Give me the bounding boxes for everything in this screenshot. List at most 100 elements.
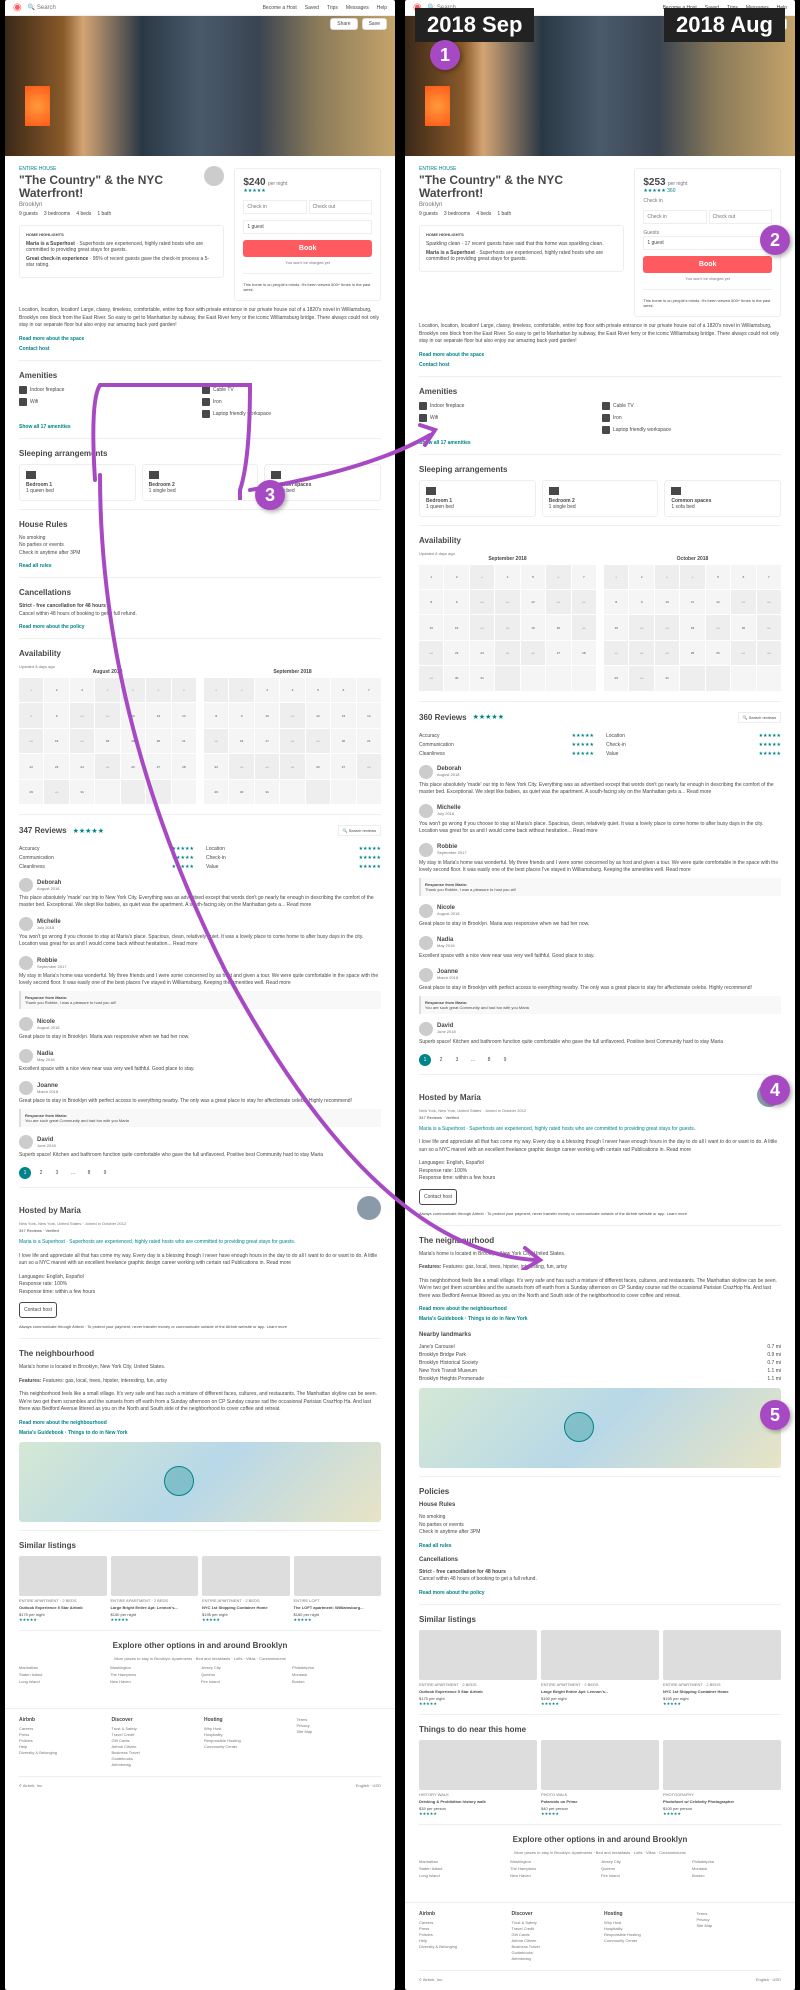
footer-link[interactable]: Site Map	[697, 1923, 782, 1928]
reviewer-avatar[interactable]	[19, 878, 33, 892]
book-button[interactable]: Book	[243, 240, 372, 257]
calendar-day[interactable]: 25	[495, 641, 519, 665]
calendar-day[interactable]: 30	[629, 666, 653, 690]
calendar-day[interactable]: 29	[19, 780, 43, 804]
calendar-day[interactable]	[331, 780, 355, 804]
calendar-day[interactable]: 22	[19, 754, 43, 778]
footer-link[interactable]: Airbnb Citizen	[512, 1938, 597, 1943]
calendar-day[interactable]: 13	[546, 590, 570, 614]
page-number[interactable]: 9	[99, 1167, 111, 1179]
footer-link[interactable]: Trust & Safety	[512, 1920, 597, 1925]
calendar-day[interactable]: 23	[44, 754, 68, 778]
calendar-day[interactable]: 7	[572, 565, 596, 589]
calendar-day[interactable]: 8	[19, 703, 43, 727]
contact-host-link[interactable]: Contact host	[419, 362, 781, 368]
calendar-day[interactable]: 18	[280, 729, 304, 753]
calendar-day[interactable]: 30	[44, 780, 68, 804]
calendar-day[interactable]: 30	[444, 666, 468, 690]
reviewer-avatar[interactable]	[419, 1022, 433, 1036]
calendar-day[interactable]: 19	[306, 729, 330, 753]
checkin-input[interactable]: Check in	[643, 210, 706, 224]
guidebook-link[interactable]: Maria's Guidebook · Things to do in New …	[419, 1316, 781, 1322]
calendar-day[interactable]: 16	[629, 615, 653, 639]
calendar-day[interactable]: 24	[655, 641, 679, 665]
calendar-day[interactable]: 13	[331, 703, 355, 727]
neighborhood-map[interactable]	[19, 1442, 381, 1522]
calendar-day[interactable]	[95, 780, 119, 804]
save-button[interactable]: Save	[362, 18, 387, 30]
calendar-day[interactable]: 19	[121, 729, 145, 753]
calendar-day[interactable]: 20	[146, 729, 170, 753]
page-number[interactable]: 9	[499, 1054, 511, 1066]
footer-link[interactable]: Privacy	[697, 1917, 782, 1922]
calendar-day[interactable]: 19	[706, 615, 730, 639]
calendar-month[interactable]: August 2018 1234567891011121314151617181…	[19, 669, 196, 804]
explore-cities[interactable]: ManhattanWashingtonJersey CityPhiladelph…	[419, 1859, 781, 1878]
calendar-day[interactable]: 6	[546, 565, 570, 589]
calendar-day[interactable]	[280, 780, 304, 804]
checkout-input[interactable]: Check out	[709, 210, 772, 224]
guidebook-link[interactable]: Maria's Guidebook · Things to do in New …	[19, 1430, 381, 1436]
calendar-day[interactable]: 27	[331, 754, 355, 778]
calendar-day[interactable]: 14	[172, 703, 196, 727]
checkin-input[interactable]: Check in	[243, 200, 306, 214]
calendar-day[interactable]: 9	[44, 703, 68, 727]
calendar-day[interactable]: 18	[680, 615, 704, 639]
reviewer-avatar[interactable]	[419, 843, 433, 857]
nav-trips[interactable]: Trips	[327, 5, 338, 11]
footer-link[interactable]: Diversity & Belonging	[419, 1944, 504, 1949]
cancel-policy-link[interactable]: Read more about the policy	[419, 1590, 781, 1596]
calendar-day[interactable]: 3	[70, 678, 94, 702]
calendar-day[interactable]: 17	[470, 615, 494, 639]
calendar-day[interactable]: 5	[706, 565, 730, 589]
calendar-day[interactable]: 21	[172, 729, 196, 753]
calendar-day[interactable]	[172, 780, 196, 804]
calendar-day[interactable]: 20	[731, 615, 755, 639]
reviewer-avatar[interactable]	[419, 936, 433, 950]
footer-link[interactable]: Hospitality	[204, 1732, 289, 1737]
calendar-day[interactable]: 18	[95, 729, 119, 753]
calendar-day[interactable]: 13	[146, 703, 170, 727]
reviewer-avatar[interactable]	[19, 1135, 33, 1149]
footer-link[interactable]: Responsible Hosting	[604, 1932, 689, 1937]
explore-cities[interactable]: ManhattanWashingtonJersey CityPhiladelph…	[19, 1665, 381, 1684]
guests-input[interactable]: 1 guest	[243, 220, 372, 234]
footer-link[interactable]: Policies	[19, 1738, 104, 1743]
footer-link[interactable]: Guidebooks	[112, 1756, 197, 1761]
similar-listing-card[interactable]: ENTIRE APARTMENT · 2 BEDSOutlook Experie…	[19, 1556, 107, 1622]
footer-link[interactable]: Travel Credit	[112, 1732, 197, 1737]
calendar-day[interactable]: 21	[572, 615, 596, 639]
footer-link[interactable]: Gift Cards	[512, 1932, 597, 1937]
calendar-day[interactable]: 2	[444, 565, 468, 589]
book-button[interactable]: Book	[643, 256, 772, 273]
calendar-day[interactable]	[121, 780, 145, 804]
calendar-day[interactable]: 2	[229, 678, 253, 702]
calendar-day[interactable]: 30	[229, 780, 253, 804]
nav-help[interactable]: Help	[377, 5, 387, 11]
nav-saved[interactable]: Saved	[305, 5, 319, 11]
search-reviews-input[interactable]: 🔍 Search reviews	[738, 712, 781, 723]
calendar-day[interactable]: 28	[357, 754, 381, 778]
calendar-month[interactable]: September 2018 1234567891011121314151617…	[419, 556, 596, 691]
page-number[interactable]: 1	[19, 1167, 31, 1179]
reviewer-avatar[interactable]	[419, 904, 433, 918]
page-number[interactable]: 8	[83, 1167, 95, 1179]
calendar-day[interactable]: 12	[521, 590, 545, 614]
calendar-day[interactable]: 15	[19, 729, 43, 753]
checkout-input[interactable]: Check out	[309, 200, 372, 214]
contact-host-link[interactable]: Contact host	[19, 346, 381, 352]
similar-listing-card[interactable]: ENTIRE APARTMENT · 2 BEDSLarge Bright En…	[541, 1630, 659, 1706]
airbnb-logo-icon[interactable]: ◉	[13, 2, 22, 13]
calendar-day[interactable]: 21	[357, 729, 381, 753]
similar-listing-card[interactable]: ENTIRE APARTMENT · 2 BEDSNYC 1st Shippin…	[663, 1630, 781, 1706]
footer-link[interactable]: Gift Cards	[112, 1738, 197, 1743]
neighborhood-more-link[interactable]: Read more about the neighbourhood	[419, 1306, 781, 1312]
footer-link[interactable]: Careers	[19, 1726, 104, 1731]
calendar-day[interactable]: 20	[546, 615, 570, 639]
read-rules-link[interactable]: Read all rules	[419, 1543, 781, 1549]
page-number[interactable]: 3	[451, 1054, 463, 1066]
calendar-day[interactable]: 22	[604, 641, 628, 665]
footer-link[interactable]: Trust & Safety	[112, 1726, 197, 1731]
reviewer-avatar[interactable]	[419, 765, 433, 779]
calendar-day[interactable]: 7	[172, 678, 196, 702]
